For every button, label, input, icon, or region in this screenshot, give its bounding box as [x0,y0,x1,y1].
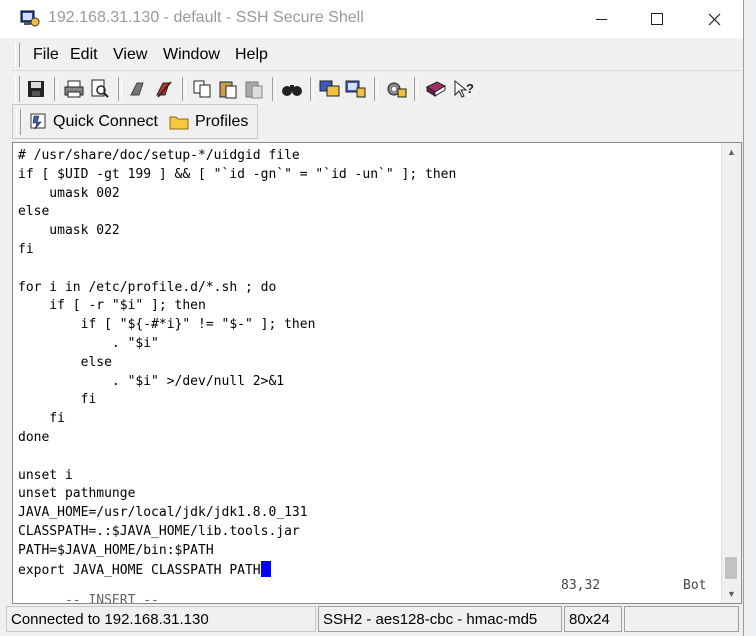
close-button[interactable] [686,0,742,38]
terminal-line: JAVA_HOME=/usr/local/jdk/jdk1.8.0_131 [18,505,308,521]
new-terminal-icon[interactable] [344,77,368,101]
terminal-line: else [18,204,50,220]
settings-icon[interactable] [384,77,408,101]
find-icon[interactable] [280,77,304,101]
toolbar-separator [272,77,276,101]
cursor-position: 83,32 [561,578,601,593]
paste-icon[interactable] [216,77,240,101]
quickbar-grip[interactable] [16,109,21,135]
print-icon[interactable] [62,77,86,101]
ssh-app-icon[interactable] [20,10,40,28]
terminal-line: . "$i" >/dev/null 2>&1 [18,373,285,389]
maximize-icon [651,13,663,25]
menu-view[interactable]: View [113,46,147,64]
terminal-line: export JAVA_HOME CLASSPATH PATH [18,560,456,580]
terminal-line: . "$i" [18,335,159,351]
vertical-scrollbar[interactable]: ▲ ▼ [721,143,741,603]
copy-icon[interactable] [190,77,214,101]
vim-status-line: -- INSERT -- 83,32 Bot [18,578,718,604]
window-title: 192.168.31.130 - default - SSH Secure Sh… [48,9,364,26]
context-help-icon[interactable]: ? [452,77,476,101]
profiles-label: Profiles [195,113,249,130]
toolbar-separator [374,77,378,101]
terminal-line: unset i [18,467,73,483]
terminal-line: fi [18,241,34,257]
save-icon[interactable] [24,77,48,101]
terminal-line: else [18,354,112,370]
terminal-text: # /usr/share/doc/setup-*/uidgid file if [… [18,147,456,579]
connect-icon[interactable] [152,77,176,101]
status-empty-panel [624,606,739,632]
status-bar: Connected to 192.168.31.130 SSH2 - aes12… [0,604,743,636]
toolbar-separator [414,77,418,101]
terminal-line: umask 022 [18,223,120,239]
scroll-position: Bot [683,578,707,593]
terminal-line: for i in /etc/profile.d/*.sh ; do [18,279,277,295]
toolbar-separator [182,77,186,101]
protocol-status: SSH2 - aes128-cbc - hmac-md5 [318,606,562,632]
terminal-line: PATH=$JAVA_HOME/bin:$PATH [18,542,214,558]
terminal-line: done [18,429,50,445]
terminal-line: umask 002 [18,185,120,201]
toolbar-grip[interactable] [15,76,20,102]
menu-edit[interactable]: Edit [70,46,98,64]
toolbar-separator [54,77,58,101]
scroll-down-icon[interactable]: ▼ [722,585,741,603]
menu-help[interactable]: Help [235,46,268,64]
menu-bar: File Edit View Window Help [12,40,742,70]
ssh-window: 192.168.31.130 - default - SSH Secure Sh… [0,0,744,636]
paste-disabled-icon[interactable] [242,77,266,101]
maximize-button[interactable] [629,0,685,38]
background-window-edge [744,0,756,636]
terminal-line: if [ -r "$i" ]; then [18,298,206,314]
profiles-button[interactable]: Profiles [169,111,248,133]
text-cursor [260,560,271,577]
terminal-line: fi [18,392,97,408]
scrollbar-thumb[interactable] [725,557,737,579]
toolbar: ? [12,70,742,107]
folder-icon [169,116,189,130]
toolbar-separator [310,77,314,101]
toolbar-separator [118,77,122,101]
terminal-line: # /usr/share/doc/setup-*/uidgid file [18,148,300,163]
quick-connect-label: Quick Connect [53,113,158,130]
title-bar[interactable]: 192.168.31.130 - default - SSH Secure Sh… [0,0,743,38]
scroll-up-icon[interactable]: ▲ [722,143,741,161]
close-icon [708,13,720,25]
menu-window[interactable]: Window [163,46,220,64]
help-book-icon[interactable] [424,77,448,101]
vim-mode: -- INSERT -- [64,593,159,604]
terminal-area[interactable]: # /usr/share/doc/setup-*/uidgid file if [… [12,142,742,604]
connection-status: Connected to 192.168.31.130 [6,606,316,632]
disconnect-icon[interactable] [126,77,150,101]
minimize-icon [595,18,607,20]
terminal-line: fi [18,411,65,427]
quick-connect-bar: Quick Connect Profiles [12,104,258,139]
minimize-button[interactable] [573,0,629,38]
terminal-line: CLASSPATH=.:$JAVA_HOME/lib.tools.jar [18,523,300,539]
menu-file[interactable]: File [33,46,59,64]
terminal-line: if [ "${-#*i}" != "$-" ]; then [18,317,316,333]
svg-text:?: ? [466,81,474,96]
quick-connect-button[interactable]: Quick Connect [29,111,158,133]
menubar-grip[interactable] [15,43,20,67]
file-transfer-icon[interactable] [318,77,342,101]
terminal-line: if [ $UID -gt 199 ] && [ "`id -gn`" = "`… [18,166,457,182]
quick-connect-icon [30,113,46,130]
terminal-size-status: 80x24 [564,606,622,632]
terminal-line: unset pathmunge [18,486,136,502]
print-preview-icon[interactable] [88,77,112,101]
